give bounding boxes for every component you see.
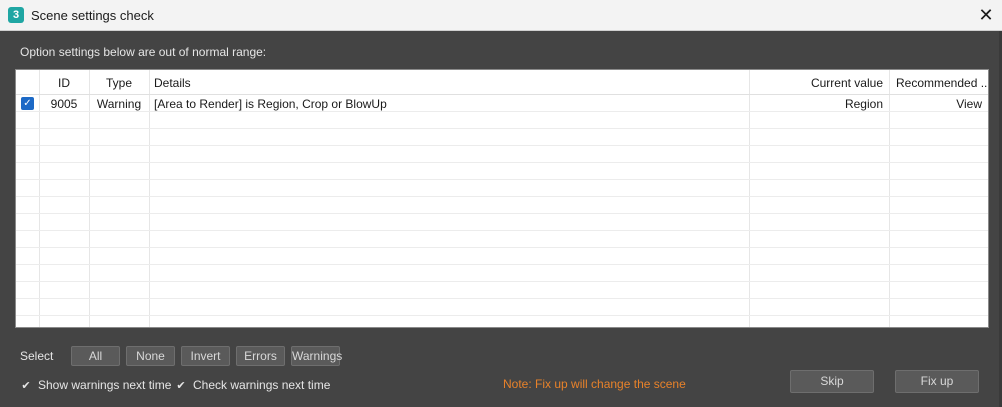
window-title: Scene settings check <box>31 8 154 23</box>
select-errors-button[interactable]: Errors <box>236 346 285 366</box>
empty-row <box>16 180 988 197</box>
select-none-button[interactable]: None <box>126 346 175 366</box>
column-header-current-value[interactable]: Current value <box>749 76 883 90</box>
empty-row <box>16 129 988 146</box>
cell-type: Warning <box>96 97 142 111</box>
column-header-recommended[interactable]: Recommended ... <box>896 76 988 90</box>
empty-row <box>16 112 988 129</box>
close-icon[interactable]: ✕ <box>970 0 1002 31</box>
empty-row <box>16 248 988 265</box>
fix-up-button[interactable]: Fix up <box>895 370 979 393</box>
select-invert-button[interactable]: Invert <box>181 346 230 366</box>
empty-row <box>16 214 988 231</box>
fixup-note: Note: Fix up will change the scene <box>503 377 686 391</box>
cell-current-value: Region <box>844 97 883 111</box>
empty-row <box>16 197 988 214</box>
empty-row <box>16 231 988 248</box>
table-header-row: ID Type Details Current value Recommende… <box>16 70 988 95</box>
empty-row <box>16 163 988 180</box>
show-warnings-label: Show warnings next time <box>38 378 172 392</box>
checkmark-icon[interactable]: ✔ <box>20 379 32 392</box>
show-warnings-option[interactable]: ✔ Show warnings next time <box>20 378 171 392</box>
info-text: Option settings below are out of normal … <box>20 45 267 59</box>
select-warnings-button[interactable]: Warnings <box>291 346 342 366</box>
empty-row <box>16 146 988 163</box>
check-warnings-label: Check warnings next time <box>193 378 331 392</box>
app-logo-icon: 3 <box>8 7 24 23</box>
cell-id: 9005 <box>50 97 78 111</box>
table-row[interactable]: ✓ 9005 Warning [Area to Render] is Regio… <box>16 95 988 112</box>
column-header-type[interactable]: Type <box>89 76 149 90</box>
title-bar: 3 Scene settings check ✕ <box>0 0 1002 31</box>
warnings-table: ID Type Details Current value Recommende… <box>15 69 989 328</box>
select-all-button[interactable]: All <box>71 346 120 366</box>
select-label: Select <box>20 349 54 363</box>
empty-row <box>16 265 988 282</box>
empty-row <box>16 299 988 316</box>
row-checkbox[interactable]: ✓ <box>21 97 34 110</box>
cell-recommended: View <box>956 97 982 111</box>
cell-details: [Area to Render] is Region, Crop or Blow… <box>154 97 387 111</box>
skip-button[interactable]: Skip <box>790 370 874 393</box>
column-header-id[interactable]: ID <box>39 76 89 90</box>
checkmark-icon[interactable]: ✔ <box>175 379 187 392</box>
column-header-details[interactable]: Details <box>154 76 191 90</box>
check-warnings-option[interactable]: ✔ Check warnings next time <box>175 378 330 392</box>
empty-row <box>16 282 988 299</box>
